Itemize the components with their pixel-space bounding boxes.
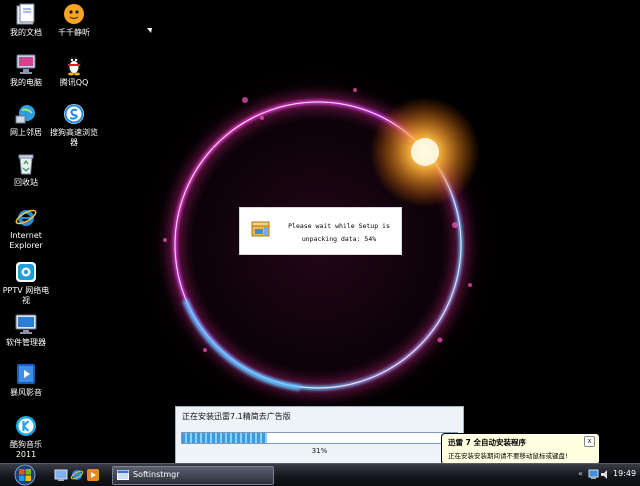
balloon-close-button[interactable]: x	[584, 436, 595, 447]
desktop-icon-my-documents[interactable]: 我的文档	[0, 2, 52, 38]
tray-volume-icon[interactable]	[600, 469, 611, 480]
start-button[interactable]	[3, 464, 47, 486]
software-manager-icon	[15, 314, 37, 334]
desktop-icon-internet-explorer[interactable]: Internet Explorer	[0, 205, 52, 251]
desktop-icon-label: 网上邻居	[10, 128, 42, 137]
taskbar-button-softinstmgr[interactable]: Softinstmgr	[112, 466, 274, 485]
install-progress-percent: 31%	[311, 447, 328, 455]
desktop-icon-software-manager[interactable]: 软件管理器	[0, 312, 52, 348]
ttplayer-icon	[64, 4, 84, 24]
pptv-icon	[16, 262, 36, 282]
quick-launch-media-icon[interactable]	[86, 468, 100, 482]
baofeng-icon	[17, 364, 35, 384]
sogou-browser-icon	[64, 104, 84, 124]
tray-network-icon[interactable]	[588, 469, 599, 480]
taskbar-clock[interactable]: 19:49	[613, 469, 636, 478]
desktop-icon-label: 我的电脑	[10, 78, 42, 87]
desktop-icon-label: PPTV 网络电视	[2, 286, 50, 305]
taskbar: Softinstmgr « 19:49	[0, 463, 640, 486]
desktop-icon-label: 搜狗高速浏览器	[50, 128, 98, 147]
desktop-icon-network[interactable]: 网上邻居	[0, 102, 52, 138]
taskbar-button-label: Softinstmgr	[133, 470, 180, 479]
install-progress-fill	[182, 433, 268, 443]
desktop-icon-label: 回收站	[14, 178, 38, 187]
balloon-title: 迅雷 7 全自动安装程序	[448, 438, 526, 447]
qq-penguin-icon	[67, 56, 81, 76]
install-title: 正在安装迅雷7.1精简去广告版	[182, 412, 291, 421]
desktop-icon-label: 我的文档	[10, 28, 42, 37]
setup-message-line-2: unpacking data: 54%	[301, 235, 377, 243]
tray-expand-button[interactable]: «	[578, 469, 583, 478]
internet-explorer-icon	[15, 209, 37, 226]
window-app-icon	[117, 470, 129, 480]
desktop-icon-kugou[interactable]: 酷狗音乐 2011	[0, 414, 52, 460]
kugou-icon	[16, 416, 36, 436]
windows-logo-icon	[19, 469, 25, 475]
desktop-icon-label: 腾讯QQ	[59, 78, 89, 87]
desktop-icon-label: 千千静听	[58, 28, 90, 37]
install-progress-window: 正在安装迅雷7.1精简去广告版 31%	[175, 406, 464, 463]
folder-documents-icon	[16, 3, 35, 25]
setup-message: Please wait while Setup is unpacking dat…	[280, 220, 398, 246]
desktop-icon-label: 暴风影音	[10, 388, 42, 397]
recycle-bin-icon	[18, 154, 34, 175]
install-progress-bar	[181, 432, 458, 444]
desktop-icon-label: 酷狗音乐 2011	[10, 440, 42, 459]
balloon-tail-fill	[147, 28, 152, 33]
desktop-icon-sogou-browser[interactable]: 搜狗高速浏览器	[48, 102, 100, 148]
installer-box-icon	[251, 221, 270, 237]
desktop-icon-ttplayer[interactable]: 千千静听	[48, 2, 100, 38]
desktop-icon-baofeng[interactable]: 暴风影音	[0, 362, 52, 398]
tray-notification-balloon[interactable]: 迅雷 7 全自动安装程序 正在安装安装期间请不要移动鼠标或键盘! x	[441, 433, 600, 463]
quick-launch-show-desktop-icon[interactable]	[54, 468, 68, 482]
quick-launch-ie-icon[interactable]	[70, 468, 84, 482]
desktop-icon-my-computer[interactable]: 我的电脑	[0, 52, 52, 88]
setup-message-line-1: Please wait while Setup is	[288, 222, 390, 230]
balloon-text: 正在安装安装期间请不要移动鼠标或键盘!	[448, 452, 568, 460]
desktop-icon-recycle-bin[interactable]: 回收站	[0, 152, 52, 188]
desktop-icon-qq[interactable]: 腾讯QQ	[48, 52, 100, 88]
computer-icon	[16, 54, 36, 74]
setup-unpack-dialog: Please wait while Setup is unpacking dat…	[239, 207, 402, 255]
desktop: 我的文档 千千静听 我的电脑 腾讯QQ 网上邻居 搜狗高速浏览器 回收站 Int…	[0, 0, 640, 463]
network-icon	[15, 105, 35, 124]
desktop-icon-label: 软件管理器	[6, 338, 46, 347]
desktop-icon-label: Internet Explorer	[9, 231, 43, 250]
desktop-icon-pptv[interactable]: PPTV 网络电视	[0, 260, 52, 306]
